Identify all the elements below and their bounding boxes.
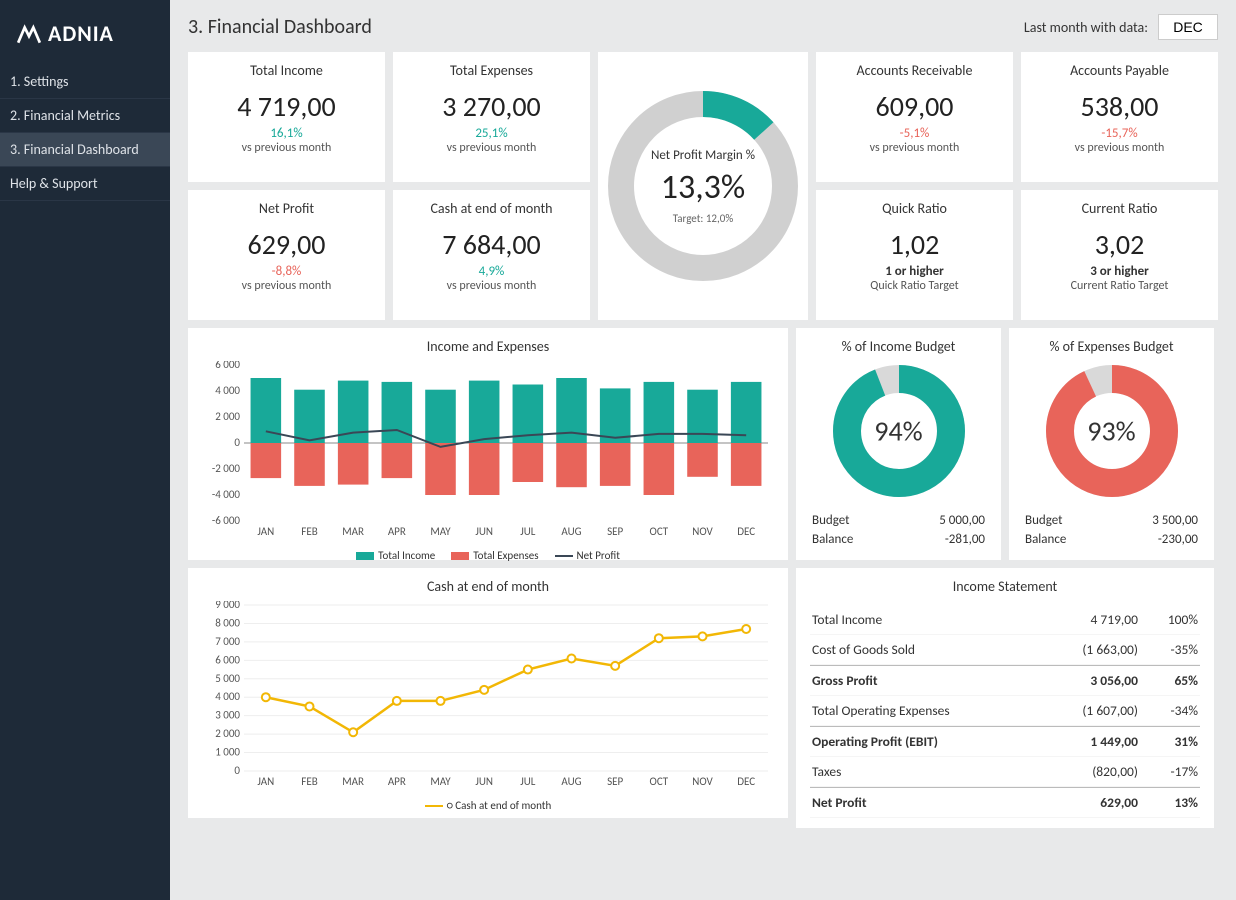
svg-text:MAY: MAY: [430, 775, 451, 788]
sidebar-item-3[interactable]: Help & Support: [0, 167, 170, 201]
svg-text:2 000: 2 000: [215, 410, 240, 423]
page-title: 3. Financial Dashboard: [188, 15, 372, 39]
svg-text:JAN: JAN: [257, 525, 274, 538]
svg-text:JUL: JUL: [520, 525, 536, 538]
svg-text:2 000: 2 000: [215, 727, 240, 740]
svg-text:AUG: AUG: [561, 775, 581, 788]
stmt-row: Total Operating Expenses(1 607,00)-34%: [810, 696, 1200, 726]
svg-text:OCT: OCT: [650, 525, 669, 538]
svg-text:1 000: 1 000: [215, 746, 240, 759]
svg-text:9 000: 9 000: [215, 601, 240, 611]
svg-text:7 000: 7 000: [215, 635, 240, 648]
svg-text:-4 000: -4 000: [212, 488, 241, 501]
income-expenses-chart: -6 000 -4 000 -2 000 0 2 000 4 000 6 000 JAN FEB…: [202, 361, 774, 541]
svg-text:FEB: FEB: [301, 775, 317, 788]
svg-text:MAR: MAR: [342, 525, 364, 538]
stmt-row: Cost of Goods Sold(1 663,00)-35%: [810, 635, 1200, 665]
sidebar-item-0[interactable]: 1. Settings: [0, 65, 170, 99]
svg-text:8 000: 8 000: [215, 616, 240, 629]
bar-chart-legend: Total IncomeTotal ExpensesNet Profit: [202, 549, 774, 562]
metric-net-profit: Net Profit 629,00 -8,8% vs previous mont…: [188, 190, 385, 320]
income-budget-card: % of Income Budget 94% Budget5 000,00 Ba…: [796, 328, 1001, 560]
svg-text:JUN: JUN: [475, 525, 493, 538]
svg-text:-6 000: -6 000: [212, 514, 241, 527]
main-content: 3. Financial Dashboard Last month with d…: [170, 0, 1236, 900]
svg-text:JUN: JUN: [475, 775, 493, 788]
metric-ap: Accounts Payable 538,00 -15,7% vs previo…: [1021, 52, 1218, 182]
income-expenses-chart-card: Income and Expenses -6 000-4 000-2 00002…: [188, 328, 788, 560]
svg-text:6 000: 6 000: [215, 361, 240, 371]
metric-ar: Accounts Receivable 609,00 -5,1% vs prev…: [816, 52, 1013, 182]
svg-text:6 000: 6 000: [215, 653, 240, 666]
stmt-row: Net Profit629,0013%: [810, 787, 1200, 818]
last-month-label: Last month with data:: [1024, 19, 1148, 36]
svg-text:SEP: SEP: [607, 525, 623, 538]
svg-text:0: 0: [234, 436, 240, 449]
topbar: 3. Financial Dashboard Last month with d…: [188, 14, 1218, 40]
svg-text:3 000: 3 000: [215, 709, 240, 722]
svg-text:AUG: AUG: [561, 525, 581, 538]
stmt-row: Taxes(820,00)-17%: [810, 757, 1200, 787]
logo-icon: [16, 21, 42, 47]
svg-text:DEC: DEC: [737, 525, 755, 538]
brand-logo: ADNIA: [0, 8, 170, 65]
svg-text:SEP: SEP: [607, 775, 623, 788]
metric-current-ratio: Current Ratio 3,02 3 or higher Current R…: [1021, 190, 1218, 320]
svg-text:JUL: JUL: [520, 775, 536, 788]
line-chart-legend: ○ Cash at end of month: [202, 799, 774, 812]
svg-text:DEC: DEC: [737, 775, 755, 788]
brand-text: ADNIA: [48, 20, 114, 47]
stmt-row: Operating Profit (EBIT)1 449,0031%: [810, 726, 1200, 757]
svg-text:JAN: JAN: [257, 775, 274, 788]
sidebar-item-2[interactable]: 3. Financial Dashboard: [0, 133, 170, 167]
svg-text:APR: APR: [388, 775, 406, 788]
sidebar: ADNIA 1. Settings2. Financial Metrics3. …: [0, 0, 170, 900]
svg-text:APR: APR: [388, 525, 406, 538]
svg-text:FEB: FEB: [301, 525, 317, 538]
cash-chart-card: Cash at end of month 01 0002 0003 0004 0…: [188, 568, 788, 818]
svg-text:MAR: MAR: [342, 775, 364, 788]
svg-text:4 000: 4 000: [215, 384, 240, 397]
svg-text:NOV: NOV: [692, 525, 713, 538]
svg-text:0: 0: [234, 764, 240, 777]
npm-donut-card: Net Profit Margin % 13,3% Target: 12,0%: [598, 52, 808, 320]
stmt-row: Total Income4 719,00100%: [810, 605, 1200, 635]
month-select[interactable]: [1158, 14, 1218, 40]
svg-text:-2 000: -2 000: [212, 462, 241, 475]
expense-budget-card: % of Expenses Budget 93% Budget3 500,00 …: [1009, 328, 1214, 560]
metric-total-income: Total Income 4 719,00 16,1% vs previous …: [188, 52, 385, 182]
svg-text:MAY: MAY: [430, 525, 451, 538]
income-statement-card: Income Statement Total Income4 719,00100…: [796, 568, 1214, 828]
metric-total-expenses: Total Expenses 3 270,00 25,1% vs previou…: [393, 52, 590, 182]
stmt-row: Gross Profit3 056,0065%: [810, 665, 1200, 696]
svg-text:5 000: 5 000: [215, 672, 240, 685]
metric-quick-ratio: Quick Ratio 1,02 1 or higher Quick Ratio…: [816, 190, 1013, 320]
svg-text:4 000: 4 000: [215, 690, 240, 703]
metric-cash: Cash at end of month 7 684,00 4,9% vs pr…: [393, 190, 590, 320]
svg-text:NOV: NOV: [692, 775, 713, 788]
nav-menu: 1. Settings2. Financial Metrics3. Financ…: [0, 65, 170, 201]
cash-line-chart: 0 1 000 2 000 3 000 4 000 5 000 6 000 7 000 8 00…: [202, 601, 774, 791]
svg-text:OCT: OCT: [650, 775, 669, 788]
sidebar-item-1[interactable]: 2. Financial Metrics: [0, 99, 170, 133]
